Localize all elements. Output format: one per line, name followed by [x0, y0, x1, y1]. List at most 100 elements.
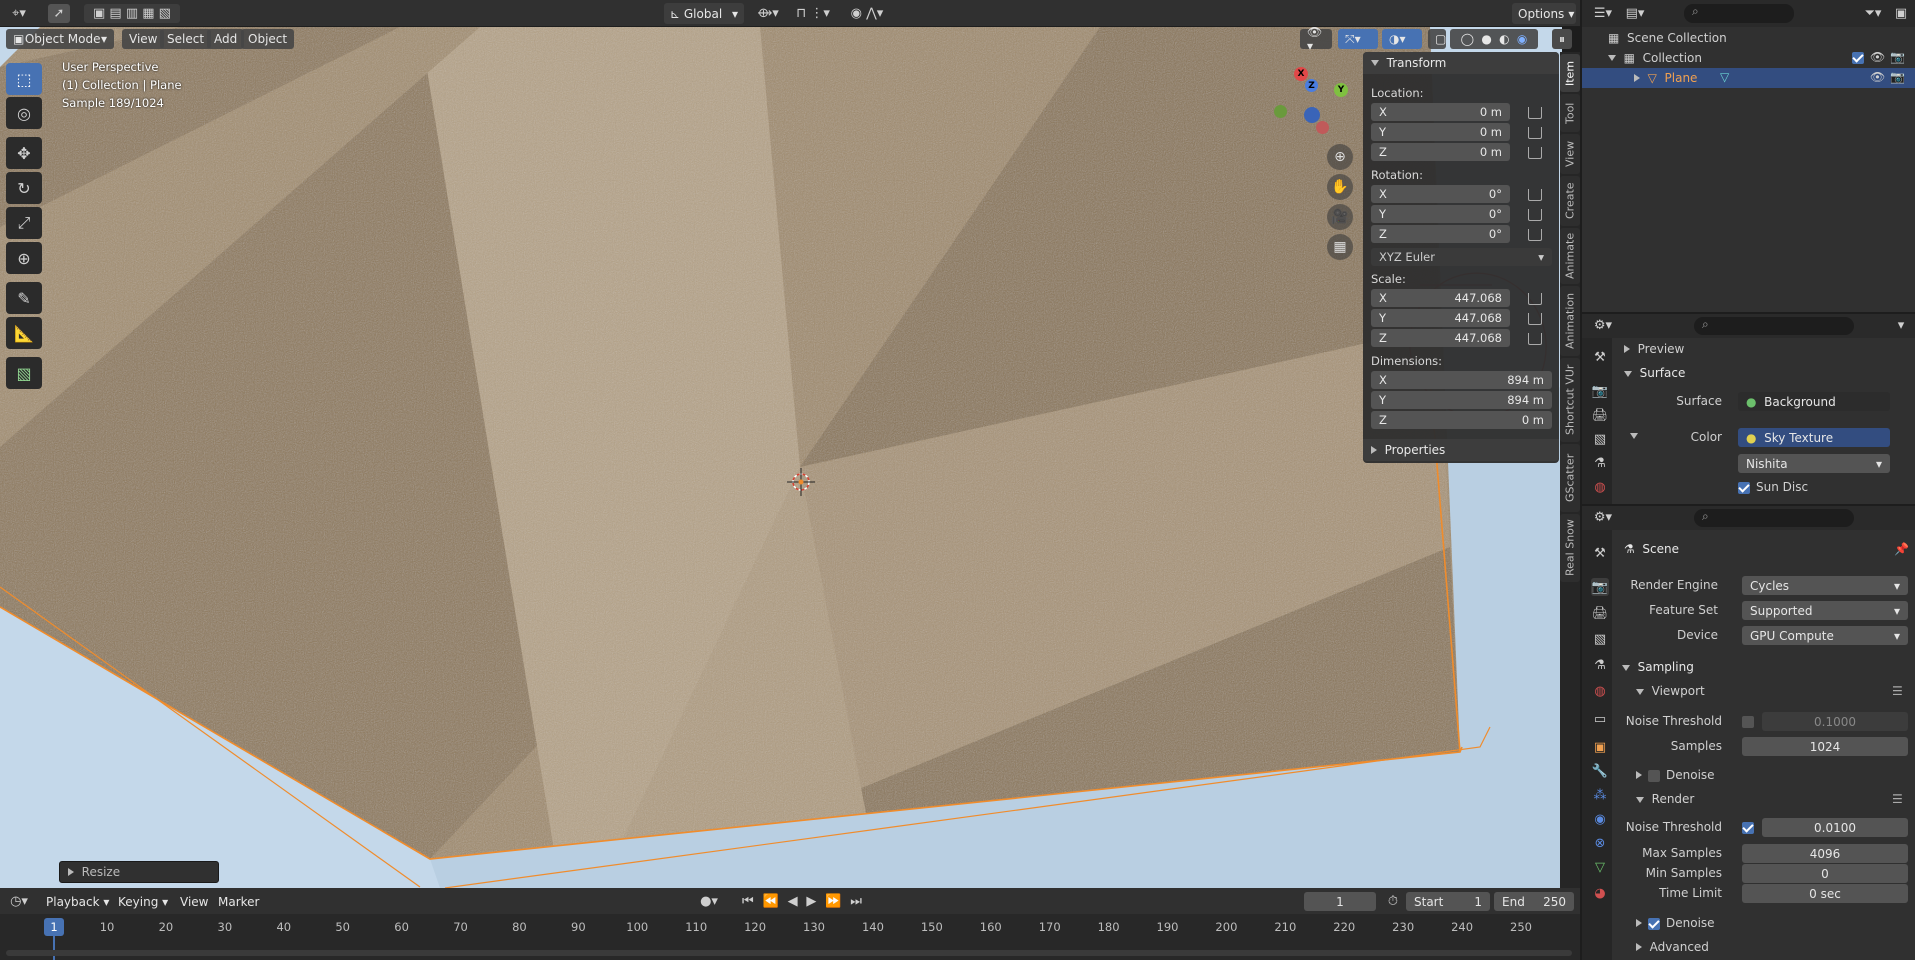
lock-icon[interactable]	[1528, 189, 1542, 201]
viewport-noise-threshold-field[interactable]: 0.1000	[1762, 712, 1908, 731]
lock-icon[interactable]	[1528, 147, 1542, 159]
output-tab-icon[interactable]: 🖨	[1591, 406, 1609, 424]
constraints-tab-icon[interactable]: ⊗	[1591, 834, 1609, 852]
timeline-editor[interactable]: ◷▾ Playback ▾ Keying ▾ View Marker ●▾ ⏮ ⏪…	[0, 888, 1580, 960]
resize-operator-panel[interactable]: Resize	[59, 861, 219, 883]
surface-shader-field[interactable]: ● Background	[1738, 392, 1890, 411]
time-limit-field[interactable]: 0 sec	[1742, 884, 1908, 903]
lock-icon[interactable]	[1528, 209, 1542, 221]
current-frame-field[interactable]: 1	[1304, 892, 1376, 911]
particles-tab-icon[interactable]: ⁂	[1591, 786, 1609, 804]
properties-editor-icon[interactable]: ⚙▾	[1590, 316, 1616, 335]
shading-modes[interactable]: ◯ ● ◐ ◉	[1450, 29, 1538, 49]
tool-add-cube[interactable]: ▧	[6, 357, 42, 389]
tool-annotate[interactable]: ✎	[6, 282, 42, 314]
transform-panel-header[interactable]: Transform	[1363, 52, 1559, 74]
list-icon[interactable]: ☰	[1892, 684, 1903, 698]
tab-tool[interactable]: Tool	[1560, 94, 1580, 132]
viewport-denoise-section[interactable]	[1636, 768, 1642, 782]
tool-measure[interactable]: 📐	[6, 317, 42, 349]
tool-rotate[interactable]: ↻	[6, 172, 42, 204]
eye-icon[interactable]: 👁	[1870, 70, 1885, 84]
pause-render-icon[interactable]: ⏸	[1552, 29, 1572, 49]
timeline-scrollbar[interactable]	[6, 950, 1572, 956]
filter-icon[interactable]: ⏷▾	[1860, 4, 1886, 23]
location-z-field[interactable]: Z0 m	[1371, 143, 1510, 161]
tool-transform[interactable]: ⊕	[6, 242, 42, 274]
tool-cursor[interactable]: ◎	[6, 97, 42, 129]
gizmo-z-axis[interactable]: Z	[1305, 79, 1318, 92]
scale-x-field[interactable]: X 447.068	[1371, 289, 1510, 307]
menu-playback[interactable]: Playback ▾	[40, 891, 115, 912]
output-tab-icon[interactable]: 🖨	[1591, 604, 1609, 622]
overlay-toggle-icon[interactable]: ◑▾	[1382, 29, 1422, 49]
menu-keying[interactable]: Keying ▾	[112, 891, 174, 912]
rotation-mode-dropdown[interactable]: XYZ Euler ▾	[1371, 248, 1552, 266]
menu-select[interactable]: Select	[160, 29, 212, 49]
gizmo-neg-y[interactable]	[1274, 105, 1287, 118]
camera-render-icon[interactable]: 📷	[1890, 70, 1905, 84]
lock-icon[interactable]	[1528, 107, 1542, 119]
display-mode-icon[interactable]: ▤▾	[1622, 4, 1648, 23]
start-frame-field[interactable]: Start 1	[1406, 892, 1490, 911]
ortho-grid-icon[interactable]: ▦	[1327, 234, 1353, 260]
tab-create[interactable]: Create	[1560, 176, 1580, 226]
tab-item[interactable]: Item	[1560, 54, 1580, 92]
lock-icon[interactable]	[1528, 229, 1542, 241]
scale-z-field[interactable]: Z 447.068	[1371, 329, 1510, 347]
rotation-y-field[interactable]: Y 0°	[1371, 205, 1510, 223]
world-tab-icon[interactable]: ◍	[1591, 682, 1609, 700]
location-y-field[interactable]: Y0 m	[1371, 123, 1510, 141]
dimensions-y-field[interactable]: Y 894 m	[1371, 391, 1552, 409]
color-expand[interactable]	[1630, 428, 1638, 442]
scene-tab-icon[interactable]: ⚗	[1591, 656, 1609, 674]
new-collection-icon[interactable]: ▣	[1892, 4, 1910, 23]
properties-search-input[interactable]: ⌕	[1694, 317, 1854, 335]
pivot-point-icon[interactable]: ⟴▾	[752, 4, 784, 23]
end-frame-field[interactable]: End 250	[1494, 892, 1574, 911]
advanced-section[interactable]: Advanced	[1636, 940, 1709, 954]
object-mode-dropdown[interactable]: ▣ Object Mode ▾	[6, 29, 114, 49]
menu-timeline-view[interactable]: View	[174, 891, 214, 912]
tool-tab-icon[interactable]: ⚒	[1591, 348, 1609, 366]
lock-icon[interactable]	[1528, 127, 1542, 139]
tab-real-snow[interactable]: Real Snow	[1560, 514, 1580, 582]
render-noise-threshold-checkbox[interactable]	[1742, 822, 1754, 834]
color-input-field[interactable]: ● Sky Texture	[1738, 428, 1890, 447]
max-samples-field[interactable]: 4096	[1742, 844, 1908, 863]
tool-move[interactable]: ✥	[6, 137, 42, 169]
record-icon[interactable]: ●▾	[694, 892, 724, 911]
render-noise-threshold-field[interactable]: 0.0100	[1762, 818, 1908, 837]
outliner-row-collection[interactable]: ▦ Collection 👁 📷	[1582, 48, 1915, 68]
menu-view[interactable]: View	[122, 29, 165, 49]
xray-icon[interactable]: ▢	[1428, 29, 1446, 49]
eye-icon[interactable]: 👁	[1870, 50, 1885, 64]
min-samples-field[interactable]: 0	[1742, 864, 1908, 883]
tool-tab-icon[interactable]: ⚒	[1591, 544, 1609, 562]
feature-set-dropdown[interactable]: Supported ▾	[1742, 601, 1908, 620]
properties-panel-header[interactable]: Properties	[1363, 439, 1559, 461]
viewport-subsection[interactable]: Viewport	[1636, 684, 1705, 698]
menu-marker[interactable]: Marker	[212, 891, 265, 912]
tab-view[interactable]: View	[1560, 134, 1580, 174]
preview-section[interactable]: Preview	[1624, 342, 1684, 356]
outliner-editor-icon[interactable]: ☰▾	[1590, 4, 1616, 23]
properties-editor-icon[interactable]: ⚙▾	[1590, 508, 1616, 527]
gizmo-x-axis[interactable]: X	[1294, 67, 1308, 81]
pin-icon[interactable]: 📌	[1894, 542, 1909, 556]
outliner-search-input[interactable]: ⌕	[1684, 4, 1794, 23]
scene-tab-icon[interactable]: ⚗	[1591, 454, 1609, 472]
dimensions-x-field[interactable]: X 894 m	[1371, 371, 1552, 389]
lock-icon[interactable]	[1528, 313, 1542, 325]
dimensions-z-field[interactable]: Z0 m	[1371, 411, 1552, 429]
menu-object[interactable]: Object	[241, 29, 295, 49]
scale-y-field[interactable]: Y 447.068	[1371, 309, 1510, 327]
list-icon[interactable]: ☰	[1892, 792, 1903, 806]
material-tab-icon[interactable]: ◕	[1591, 884, 1609, 902]
render-denoise-section[interactable]	[1636, 916, 1642, 930]
transform-orientation-dropdown[interactable]: ⊾ Global ▾	[664, 3, 744, 24]
properties-search-input[interactable]: ⌕	[1694, 509, 1854, 527]
rotation-z-field[interactable]: Z 0°	[1371, 225, 1510, 243]
outliner-row-scene-collection[interactable]: ▦ Scene Collection	[1582, 28, 1915, 48]
outliner-row-plane[interactable]: ▽ Plane ▽ 👁 📷	[1582, 68, 1915, 88]
